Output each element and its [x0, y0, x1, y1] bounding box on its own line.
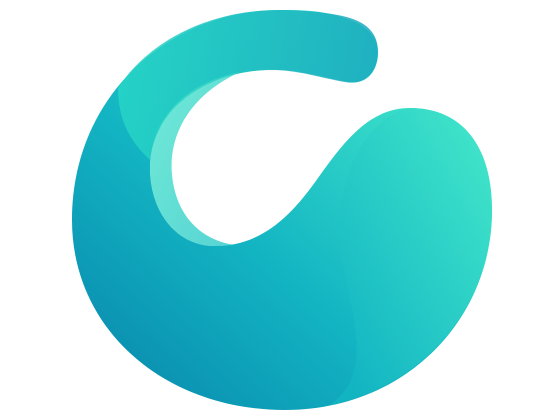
- teal-swirl-logo-icon: [72, 10, 492, 410]
- canvas: [0, 0, 560, 420]
